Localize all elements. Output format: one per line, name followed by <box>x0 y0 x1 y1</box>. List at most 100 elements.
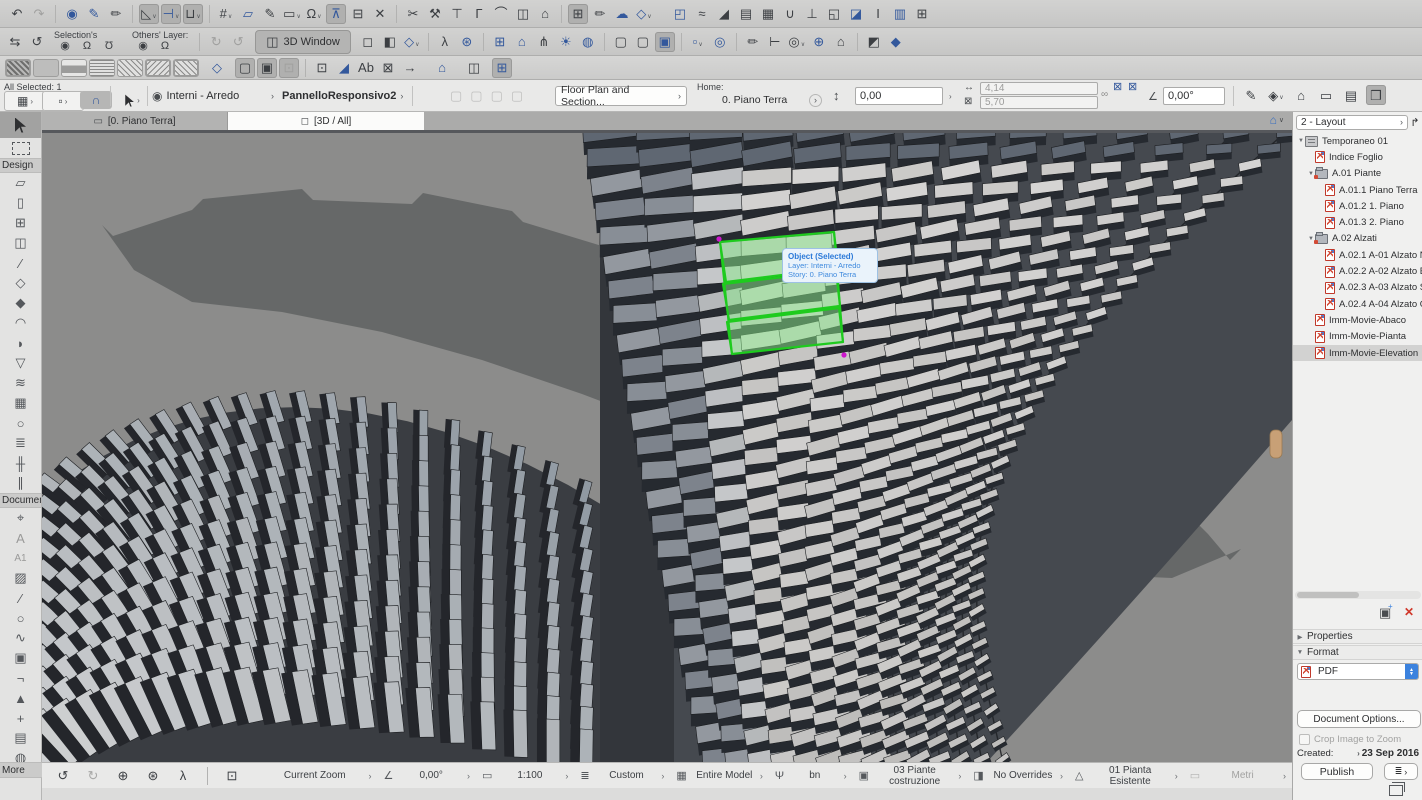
brush-icon[interactable]: ⊥ <box>802 4 822 24</box>
lock-selection-icon[interactable]: Ω <box>77 40 97 54</box>
slab-tool[interactable]: ◇ <box>0 273 41 293</box>
column-display-icon[interactable]: ◫ <box>464 58 484 78</box>
publish-button[interactable]: Publish <box>1301 763 1373 780</box>
frame-a-icon[interactable]: ▢ <box>235 58 255 78</box>
split-icon[interactable]: ⚒ <box>425 4 445 24</box>
frame-dropdown-icon[interactable]: ▭∨ <box>282 4 302 24</box>
stretch-icon[interactable]: ⊡ <box>312 58 332 78</box>
orbit-status-icon[interactable]: ⊛ <box>143 766 163 786</box>
skewed-grid-icon[interactable]: ▱ <box>238 4 258 24</box>
view-map-icon[interactable]: ▭ <box>1316 85 1336 105</box>
checkbox-icon[interactable] <box>1299 734 1310 745</box>
tree-item[interactable]: A.01.3 2. Piano <box>1293 214 1422 230</box>
3d-home-icon[interactable]: ⌂ <box>512 32 532 52</box>
resize-icon[interactable]: ◫ <box>513 4 533 24</box>
fit-frame-icon[interactable]: ⊠ <box>378 58 398 78</box>
render-icon[interactable]: ◆ <box>886 32 906 52</box>
cancel-icon[interactable]: ✕ <box>370 4 390 24</box>
absolute-coords-icon[interactable]: ⊠ <box>1113 80 1122 93</box>
hook-icon[interactable]: ∪ <box>780 4 800 24</box>
door-tool[interactable]: ▯ <box>0 193 41 213</box>
text-style-icon[interactable]: Ab <box>356 58 376 78</box>
morph-dropdown-icon[interactable]: ◇∨ <box>634 4 654 24</box>
new-layout-button[interactable]: ▣+ <box>1379 605 1391 621</box>
fly-mode-icon[interactable]: ◩ <box>864 32 884 52</box>
tripod-icon[interactable]: ⋔ <box>534 32 554 52</box>
paste-view-icon[interactable]: ▢ <box>633 32 653 52</box>
fill-pattern-diag-icon[interactable] <box>145 59 171 77</box>
organizer-icon[interactable]: ❒ <box>1366 85 1386 105</box>
label-tool[interactable]: A1 <box>0 548 41 568</box>
dy-field[interactable]: 5,70 <box>980 96 1098 109</box>
tree-item[interactable]: A.02.3 A-03 Alzato Su <box>1293 280 1422 296</box>
undo-icon[interactable]: ↶ <box>7 4 27 24</box>
home-story-icon[interactable]: ⌂ <box>432 58 452 78</box>
layers-segment[interactable]: ≣Custom› <box>574 763 670 788</box>
paint-3d-icon[interactable]: ✏ <box>743 32 763 52</box>
format-section-header[interactable]: ▼ Format <box>1293 645 1422 660</box>
pen-icon[interactable]: ✎ <box>260 4 280 24</box>
roof-tool[interactable]: ◆ <box>0 293 41 313</box>
lock-icon[interactable]: Ω∨ <box>304 4 324 24</box>
tree-item[interactable]: A.02.2 A-02 Alzato Est <box>1293 263 1422 279</box>
measure-icon[interactable]: ⊢ <box>765 32 785 52</box>
zoom-in-icon[interactable]: ⊕ <box>113 766 133 786</box>
tree-item[interactable]: ▼A.01 Piante <box>1293 166 1422 182</box>
magnet-toggle-button[interactable]: ∩ <box>80 91 112 109</box>
shadows-icon[interactable]: ◎ <box>710 32 730 52</box>
tree-item[interactable]: A.01.2 1. Piano <box>1293 198 1422 214</box>
spline-tool[interactable]: ∿ <box>0 628 41 648</box>
column-tool[interactable]: ◫ <box>0 233 41 253</box>
pick-up-parameters-icon[interactable]: ◉ <box>62 4 82 24</box>
project-chooser-icon[interactable]: ◈∨ <box>1266 85 1286 105</box>
show-selection-eye-icon[interactable]: ◉ <box>55 40 75 54</box>
mesh-tool[interactable]: ≋ <box>0 373 41 393</box>
renovation-segment[interactable]: △01 Pianta Esistente› <box>1069 763 1184 788</box>
interior-elevation-tool[interactable]: + <box>0 708 41 728</box>
3d-window-button[interactable]: ◫3D Window <box>255 30 351 54</box>
crop-image-checkbox-row[interactable]: Crop Image to Zoom <box>1299 734 1401 745</box>
navigator-scrollbar[interactable] <box>1295 591 1421 599</box>
3d-cutting-planes-icon[interactable]: ◧ <box>380 32 400 52</box>
units-segment[interactable]: ▭Metri› <box>1184 763 1292 788</box>
created-value[interactable]: ›23 Sep 2016 <box>1357 748 1419 759</box>
home-story-selector[interactable]: 0. Piano Terra › <box>722 90 822 110</box>
dimension-tool[interactable]: ⌖ <box>0 508 41 528</box>
fit-in-window-icon[interactable]: ⊡ <box>222 766 242 786</box>
tree-item[interactable]: Imm-Movie-Abaco <box>1293 312 1422 328</box>
expanded-arrow-icon[interactable]: ▼ <box>1297 138 1305 144</box>
tree-item[interactable]: Imm-Movie-Pianta <box>1293 329 1422 345</box>
panel-accessories-icon[interactable]: ▤ <box>736 4 756 24</box>
inject-parameters-alt-icon[interactable]: ✏ <box>106 4 126 24</box>
circle-tool[interactable]: ○ <box>0 608 41 628</box>
marquee-3d-icon[interactable]: ▫∨ <box>688 32 708 52</box>
diamond-marker-icon[interactable]: ◇ <box>207 58 227 78</box>
layout-book-icon[interactable]: ▤ <box>1341 85 1361 105</box>
vr-sphere-icon[interactable]: ◍ <box>578 32 598 52</box>
publish-settings-button[interactable]: ≣› <box>1384 763 1418 780</box>
walk-status-icon[interactable]: λ <box>173 766 193 786</box>
navigator-jump-button[interactable]: ↱ <box>1408 115 1422 130</box>
fill-pattern-band-icon[interactable] <box>61 59 87 77</box>
paint-icon[interactable]: ✏ <box>590 4 610 24</box>
fill-pattern-hlines-icon[interactable] <box>89 59 115 77</box>
quick-options-button[interactable]: ⌂ ∨ <box>1270 113 1284 127</box>
arrow-tool-button[interactable]: › <box>114 91 150 109</box>
railing-tool[interactable]: ╫ <box>0 453 41 473</box>
unlock-selection-icon[interactable]: Ʊ <box>99 40 119 54</box>
fill-tool[interactable]: ▨ <box>0 568 41 588</box>
corner-window-icon[interactable]: ◱ <box>824 4 844 24</box>
snap-reference-icon[interactable]: ⊔∨ <box>183 4 203 24</box>
format-select[interactable]: PDF ▲▼ <box>1297 663 1419 680</box>
tree-item[interactable]: A.02.1 A-01 Alzato No <box>1293 247 1422 263</box>
worksheet-tool[interactable]: ▤ <box>0 728 41 748</box>
lock-layer-icon[interactable]: Ω <box>155 40 175 54</box>
sun-icon[interactable]: ☀ <box>556 32 576 52</box>
orbit-icon[interactable]: ⊛ <box>457 32 477 52</box>
stair-tool[interactable]: ≣ <box>0 433 41 453</box>
copy-view-icon[interactable]: ▢ <box>611 32 631 52</box>
wall-extras-icon[interactable]: ◰ <box>670 4 690 24</box>
scrollbar-thumb[interactable] <box>1297 592 1359 598</box>
shortcut-list-icon[interactable]: ⊞ <box>912 4 932 24</box>
navigator-map-selector[interactable]: 2 - Layout › <box>1296 115 1408 130</box>
